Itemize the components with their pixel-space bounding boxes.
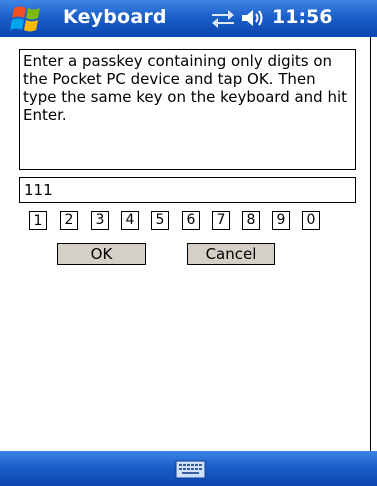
connectivity-icon[interactable]	[210, 8, 236, 28]
volume-icon[interactable]	[241, 8, 265, 28]
content-border	[370, 37, 371, 451]
speaker-icon	[242, 10, 263, 26]
title-bar: Keyboard 11:56	[0, 0, 377, 37]
digit-key-1[interactable]: 1	[29, 211, 47, 230]
windows-flag-icon	[10, 6, 40, 32]
keyboard-icon	[175, 460, 206, 479]
digit-key-5[interactable]: 5	[151, 211, 169, 230]
digit-key-8[interactable]: 8	[242, 211, 260, 230]
cancel-button[interactable]: Cancel	[187, 243, 275, 265]
clock[interactable]: 11:56	[272, 6, 332, 28]
screen: Keyboard 11:56 Enter a passkey containin…	[0, 0, 377, 486]
digit-key-9[interactable]: 9	[272, 211, 290, 230]
digit-keypad: 1 2 3 4 5 6 7 8 9 0	[29, 211, 329, 232]
digit-label: 1	[31, 213, 45, 229]
digit-key-2[interactable]: 2	[60, 211, 78, 230]
digit-key-6[interactable]: 6	[182, 211, 200, 230]
instructions-text: Enter a passkey containing only digits o…	[19, 49, 356, 170]
digit-key-0[interactable]: 0	[302, 211, 320, 230]
digit-key-4[interactable]: 4	[121, 211, 139, 230]
input-panel-button[interactable]	[175, 459, 206, 480]
start-button[interactable]	[8, 4, 48, 34]
digit-key-7[interactable]: 7	[212, 211, 230, 230]
digit-key-3[interactable]: 3	[91, 211, 109, 230]
menu-bar	[0, 451, 377, 486]
app-title: Keyboard	[63, 6, 167, 28]
connectivity-arrows-icon	[212, 10, 234, 28]
passkey-input[interactable]: 111	[19, 177, 356, 203]
ok-button[interactable]: OK	[57, 243, 146, 265]
